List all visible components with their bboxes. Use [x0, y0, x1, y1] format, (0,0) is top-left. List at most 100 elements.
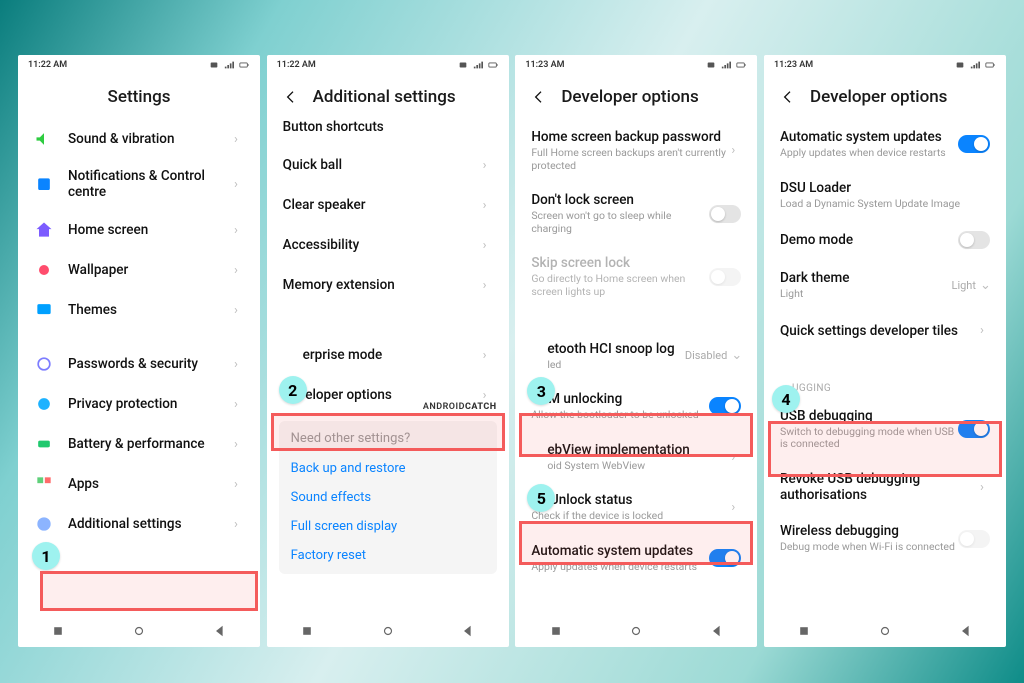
android-nav-bar — [267, 613, 509, 647]
toggle-off[interactable] — [709, 205, 741, 223]
signal-icon — [223, 60, 235, 70]
screen-1-settings: 11:22 AM Settings Sound & vibration› Not… — [18, 55, 260, 647]
row-additional-settings[interactable]: Additional settings› — [18, 504, 260, 544]
nav-back-button[interactable] — [959, 623, 973, 637]
screen-3-developer-options: 11:23 AM Developer options Home screen b… — [515, 55, 757, 647]
nav-home-button[interactable] — [629, 623, 643, 637]
status-icons — [954, 60, 996, 70]
link-full-screen-display[interactable]: Full screen display — [291, 512, 485, 541]
row-sub: led — [547, 359, 679, 372]
row-dark-theme[interactable]: Dark themeLightLight⌄ — [764, 260, 1006, 311]
status-time: 11:22 AM — [277, 60, 316, 70]
nav-home-button[interactable] — [132, 623, 146, 637]
need-other-settings-card: Need other settings? Back up and restore… — [279, 421, 497, 574]
nav-home-button[interactable] — [381, 623, 395, 637]
android-nav-bar — [18, 613, 260, 647]
toggle-on[interactable] — [709, 549, 741, 567]
link-sound-effects[interactable]: Sound effects — [291, 483, 485, 512]
row-enterprise-mode[interactable]: erprise mode› — [267, 335, 509, 375]
row-label: etooth HCI snoop log — [547, 341, 679, 357]
row-sub: Switch to debugging mode when USB is con… — [780, 426, 958, 451]
row-accessibility[interactable]: Accessibility› — [267, 225, 509, 265]
chevron-down-icon: ⌄ — [731, 348, 741, 363]
themes-icon — [34, 300, 54, 320]
chevron-right-icon: › — [234, 223, 244, 238]
nav-home-button[interactable] — [878, 623, 892, 637]
battery-icon — [487, 60, 499, 70]
row-dsu-loader[interactable]: DSU LoaderLoad a Dynamic System Update I… — [764, 170, 1006, 221]
back-button[interactable] — [531, 89, 547, 105]
row-wireless-debugging[interactable]: Wireless debuggingDebug mode when Wi-Fi … — [764, 513, 1006, 564]
back-button[interactable] — [283, 89, 299, 105]
card-header: Need other settings? — [291, 431, 485, 446]
row-passwords-security[interactable]: Passwords & security› — [18, 344, 260, 384]
row-quick-ball[interactable]: Quick ball› — [267, 145, 509, 185]
toggle-on[interactable] — [958, 420, 990, 438]
row-webview[interactable]: ebView implementationoid System WebView› — [515, 432, 757, 483]
row-button-shortcuts[interactable]: Button shortcuts — [267, 119, 509, 145]
row-sub: Apply updates when device restarts — [780, 147, 958, 160]
flower-icon — [34, 260, 54, 280]
row-wallpaper[interactable]: Wallpaper› — [18, 250, 260, 290]
android-nav-bar — [515, 613, 757, 647]
row-label: Skip screen lock — [531, 255, 709, 271]
row-dont-lock-screen[interactable]: Don't lock screenScreen won't go to slee… — [515, 182, 757, 245]
status-time: 11:22 AM — [28, 60, 67, 70]
row-demo-mode[interactable]: Demo mode — [764, 220, 1006, 260]
row-sub: Full Home screen backups aren't currentl… — [531, 147, 731, 172]
row-revoke-usb[interactable]: Revoke USB debugging authorisations› — [764, 461, 1006, 513]
row-label: Themes — [68, 302, 234, 318]
page-title: Additional settings — [313, 87, 456, 107]
row-quick-settings-tiles[interactable]: Quick settings developer tiles› — [764, 311, 1006, 351]
row-usb-debugging[interactable]: USB debuggingSwitch to debugging mode wh… — [764, 398, 1006, 461]
row-label: Don't lock screen — [531, 192, 709, 208]
bell-icon — [34, 175, 54, 195]
signal-icon — [969, 60, 981, 70]
row-home-screen[interactable]: Home screen› — [18, 210, 260, 250]
battery-icon — [34, 434, 54, 454]
row-label: Passwords & security — [68, 356, 234, 372]
toggle-on[interactable] — [709, 397, 741, 415]
toggle-on[interactable] — [958, 135, 990, 153]
step-badge-2: 2 — [279, 376, 307, 404]
nav-back-button[interactable] — [710, 623, 724, 637]
signal-icon — [720, 60, 732, 70]
nav-recent-button[interactable] — [549, 623, 563, 637]
status-bar: 11:22 AM — [267, 55, 509, 75]
row-label: DSU Loader — [780, 180, 990, 196]
chevron-right-icon: › — [234, 177, 244, 192]
nav-recent-button[interactable] — [797, 623, 811, 637]
chevron-right-icon: › — [483, 198, 493, 213]
row-privacy[interactable]: Privacy protection› — [18, 384, 260, 424]
screen-2-additional-settings: 11:22 AM Additional settings Button shor… — [267, 55, 509, 647]
page-title-row: Additional settings — [267, 75, 509, 119]
row-clear-speaker[interactable]: Clear speaker› — [267, 185, 509, 225]
row-apps[interactable]: Apps› — [18, 464, 260, 504]
row-notifications[interactable]: Notifications & Control centre› — [18, 159, 260, 210]
row-label: Button shortcuts — [283, 119, 493, 135]
nav-back-button[interactable] — [461, 623, 475, 637]
row-memory-extension[interactable]: Memory extension› — [267, 265, 509, 305]
row-sound[interactable]: Sound & vibration› — [18, 119, 260, 159]
screen-4-developer-options: 11:23 AM Developer options Automatic sys… — [764, 55, 1006, 647]
nav-recent-button[interactable] — [300, 623, 314, 637]
back-button[interactable] — [780, 89, 796, 105]
link-factory-reset[interactable]: Factory reset — [291, 541, 485, 570]
link-backup-restore[interactable]: Back up and restore — [291, 454, 485, 483]
row-battery[interactable]: Battery & performance› — [18, 424, 260, 464]
status-bar: 11:23 AM — [515, 55, 757, 75]
row-label: Wireless debugging — [780, 523, 958, 539]
battery-icon — [735, 60, 747, 70]
row-auto-updates[interactable]: Automatic system updatesApply updates wh… — [515, 533, 757, 584]
chevron-right-icon: › — [483, 278, 493, 293]
row-backup-password[interactable]: Home screen backup passwordFull Home scr… — [515, 119, 757, 182]
row-auto-updates[interactable]: Automatic system updatesApply updates wh… — [764, 119, 1006, 170]
row-sub: Check if the device is locked — [531, 510, 731, 523]
step-badge-4: 4 — [772, 385, 800, 413]
row-hci-snoop[interactable]: etooth HCI snoop logledDisabled⌄ — [515, 331, 757, 382]
toggle-off[interactable] — [958, 231, 990, 249]
nav-recent-button[interactable] — [51, 623, 65, 637]
nav-back-button[interactable] — [213, 623, 227, 637]
row-themes[interactable]: Themes› — [18, 290, 260, 330]
battery-icon — [984, 60, 996, 70]
